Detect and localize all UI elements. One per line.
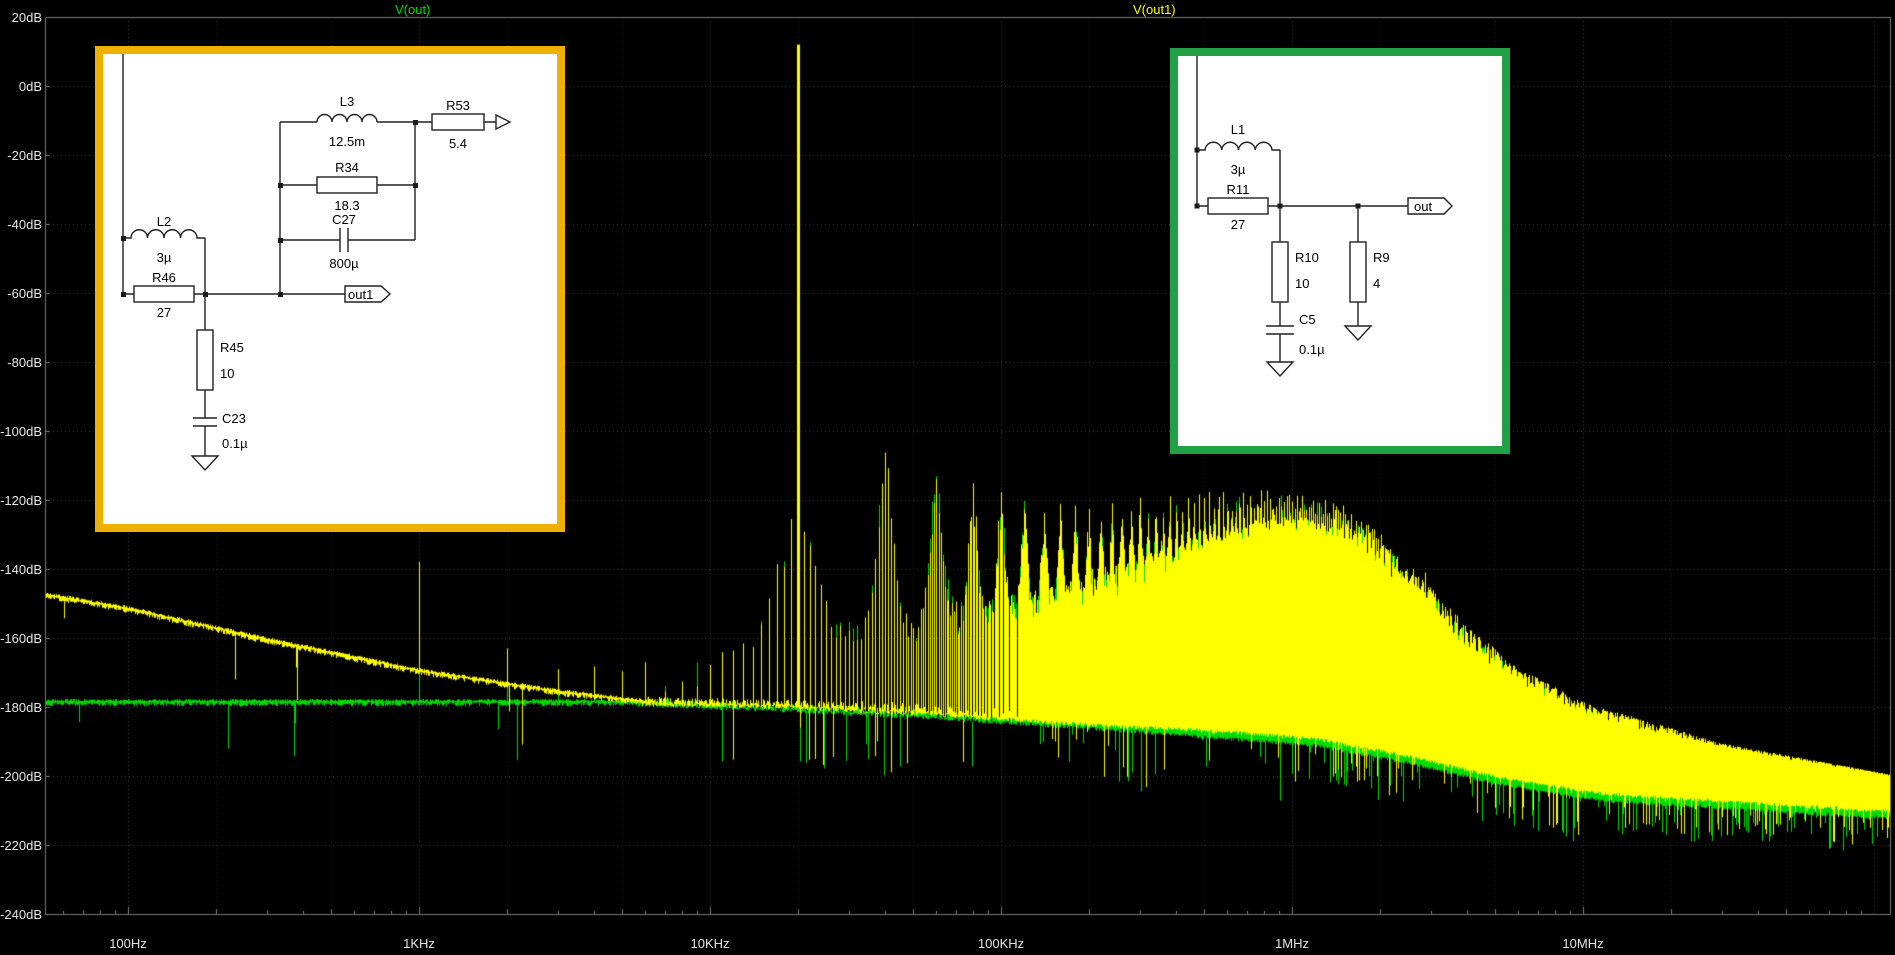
junction-dot	[413, 120, 418, 125]
junction-dot	[278, 292, 283, 297]
output-port-arrow-icon	[495, 113, 512, 131]
capacitor-C23-icon	[193, 417, 217, 427]
junction-dot	[1194, 203, 1200, 209]
component-value: 800µ	[329, 256, 359, 271]
inductor-L3-icon	[316, 113, 378, 123]
ground-icon	[190, 455, 220, 472]
component-value: 3µ	[157, 250, 172, 265]
component-name: R46	[152, 270, 176, 285]
component-name: R45	[220, 340, 244, 355]
junction-dot	[278, 183, 283, 188]
capacitor-C27-icon	[339, 228, 349, 252]
net-label-out1: out1	[348, 287, 373, 302]
component-value: 10	[1295, 276, 1309, 291]
component-name: L1	[1231, 122, 1245, 137]
trace-label-vout[interactable]: V(out)	[395, 2, 430, 17]
ground-icon	[1343, 325, 1373, 342]
resistor-R11-icon	[1207, 197, 1269, 215]
junction-dot	[1355, 203, 1361, 209]
junction-dot	[203, 292, 208, 297]
capacitor-C5-icon	[1266, 325, 1294, 335]
component-name: R53	[446, 98, 470, 113]
schematic-inset-out-filter: L1 3µ R11 27 R10 10 C5 0.1µ R9 4 out	[1170, 48, 1510, 454]
component-name: C23	[222, 411, 246, 426]
component-name: C5	[1299, 312, 1316, 327]
junction-dot	[1194, 147, 1200, 153]
component-value: 5.4	[449, 136, 467, 151]
component-name: L3	[340, 94, 354, 109]
net-label-out: out	[1414, 199, 1432, 214]
component-value: 18.3	[334, 198, 359, 213]
component-value: 27	[1231, 217, 1245, 232]
component-name: L2	[157, 214, 171, 229]
junction-dot	[121, 292, 126, 297]
component-name: R9	[1373, 250, 1390, 265]
junction-dot	[1277, 203, 1283, 209]
component-value: 27	[157, 305, 171, 320]
component-value: 3µ	[1231, 162, 1246, 177]
component-value: 0.1µ	[1299, 342, 1325, 357]
resistor-R45-icon	[196, 329, 214, 391]
component-value: 10	[220, 366, 234, 381]
junction-dot	[413, 183, 418, 188]
component-name: R34	[335, 160, 359, 175]
resistor-R46-icon	[133, 285, 195, 303]
junction-dot	[278, 238, 283, 243]
resistor-R53-icon	[431, 113, 485, 131]
schematic-inset-out1-filter: L2 3µ R46 27 R45 10 C23 0.1µ L3 12.5m R3…	[95, 46, 565, 532]
ltspice-fft-window: 20dB 0dB -20dB -40dB -60dB -80dB -100dB -120dB -…	[0, 0, 1895, 955]
component-value: 12.5m	[329, 134, 365, 149]
ground-icon	[1265, 361, 1295, 378]
component-name: R11	[1227, 182, 1250, 197]
resistor-R9-icon	[1349, 241, 1367, 303]
trace-label-vout1[interactable]: V(out1)	[1133, 2, 1176, 17]
schematic-out1-filter: L2 3µ R46 27 R45 10 C23 0.1µ L3 12.5m R3…	[121, 54, 512, 472]
schematic-out-filter: L1 3µ R11 27 R10 10 C5 0.1µ R9 4 out	[1194, 56, 1453, 378]
junction-dot	[121, 236, 126, 241]
resistor-R10-icon	[1271, 241, 1289, 303]
component-name: C27	[332, 212, 356, 227]
resistor-R34-icon	[316, 176, 378, 194]
component-name: R10	[1295, 250, 1319, 265]
component-value: 4	[1373, 276, 1380, 291]
component-value: 0.1µ	[222, 436, 248, 451]
